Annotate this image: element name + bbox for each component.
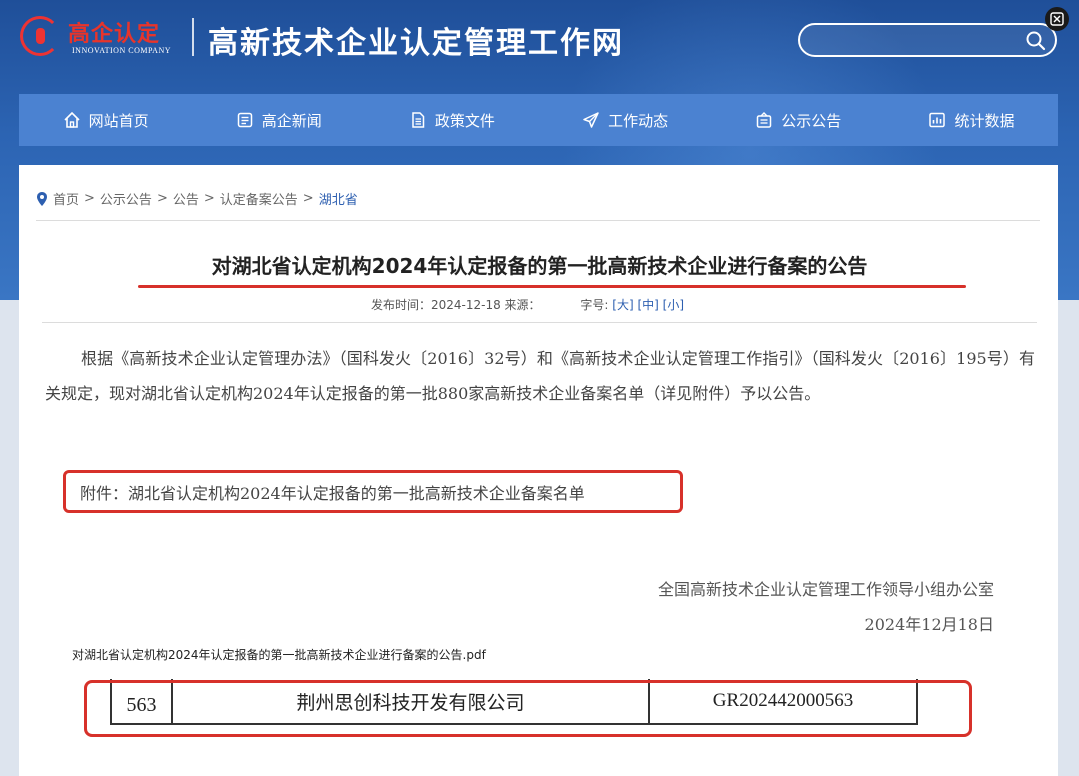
- nav-item-label: 政策文件: [434, 111, 495, 130]
- breadcrumb: 首页 > 公示公告 > 公告 > 认定备案公告 > 湖北省: [36, 189, 358, 208]
- breadcrumb-separator: >: [84, 191, 95, 206]
- home-icon: [64, 111, 80, 128]
- site-title: 高新技术企业认定管理工作网: [208, 26, 624, 61]
- breadcrumb-separator: >: [156, 191, 168, 206]
- breadcrumb-filing[interactable]: 认定备案公告: [220, 189, 298, 208]
- font-size-medium[interactable]: [中]: [637, 298, 658, 312]
- nav-item-notice[interactable]: 公示公告: [712, 94, 885, 146]
- search-input[interactable]: [798, 23, 1057, 57]
- font-size-large[interactable]: [大]: [612, 298, 633, 312]
- nav-item-label: 高企新闻: [261, 111, 322, 130]
- font-size-control: 字号: [大] [中] [小]: [580, 298, 684, 312]
- nav-item-policy[interactable]: 政策文件: [365, 94, 538, 146]
- nav-item-stats[interactable]: 统计数据: [885, 94, 1058, 146]
- breadcrumb-separator: >: [302, 191, 314, 206]
- notice-icon: [757, 112, 772, 128]
- attachment-link[interactable]: 附件：湖北省认定机构2024年认定报备的第一批高新技术企业备案名单: [80, 480, 585, 504]
- breadcrumb-notice[interactable]: 公示公告: [100, 189, 152, 208]
- logo-mark-icon: [20, 16, 60, 56]
- search-icon[interactable]: [1025, 30, 1047, 52]
- location-pin-icon: [37, 191, 47, 206]
- document-icon: [412, 112, 425, 128]
- nav-item-label: 工作动态: [608, 111, 669, 130]
- title-divider: [192, 18, 194, 56]
- breadcrumb-home[interactable]: 首页: [53, 189, 79, 208]
- article-body: 根据《高新技术企业认定管理办法》（国科发火〔2016〕32号）和《高新技术企业认…: [45, 349, 1035, 403]
- breadcrumb-announce[interactable]: 公告: [173, 189, 199, 208]
- main-nav: 网站首页 高企新闻 政策文件 工作动态 公示公告 统计数据: [19, 94, 1058, 146]
- divider: [36, 220, 1040, 221]
- font-size-small[interactable]: [小]: [663, 298, 684, 312]
- nav-item-home[interactable]: 网站首页: [19, 94, 192, 146]
- highlight-box: [84, 680, 972, 737]
- article-meta: 发布时间：2024-12-18 来源： 字号: [大] [中] [小]: [371, 296, 684, 313]
- breadcrumb-separator: >: [203, 191, 215, 206]
- highlight-underline: [138, 285, 966, 288]
- nav-item-work[interactable]: 工作动态: [539, 94, 712, 146]
- divider: [42, 322, 1037, 323]
- breadcrumb-current[interactable]: 湖北省: [319, 189, 358, 208]
- site-logo[interactable]: 高企认定 INNOVATION COMPANY: [18, 12, 180, 62]
- close-icon[interactable]: [1045, 7, 1069, 31]
- chart-icon: [929, 112, 946, 128]
- signer: 全国高新技术企业认定管理工作领导小组办公室: [657, 580, 994, 599]
- page-title: 对湖北省认定机构2024年认定报备的第一批高新技术企业进行备案的公告: [211, 254, 868, 278]
- pdf-filename: 对湖北省认定机构2024年认定报备的第一批高新技术企业进行备案的公告.pdf: [72, 648, 486, 662]
- nav-item-label: 网站首页: [88, 111, 149, 130]
- font-size-label: 字号:: [580, 298, 609, 312]
- news-icon: [237, 112, 252, 128]
- paper-plane-icon: [583, 112, 599, 128]
- logo-subtext: INNOVATION COMPANY: [72, 46, 172, 55]
- sign-date: 2024年12月18日: [864, 615, 994, 634]
- nav-item-news[interactable]: 高企新闻: [192, 94, 365, 146]
- nav-item-label: 公示公告: [781, 111, 842, 130]
- publish-info: 发布时间：2024-12-18 来源：: [371, 298, 541, 312]
- logo-text: 高企认定: [68, 21, 161, 47]
- nav-item-label: 统计数据: [954, 111, 1015, 130]
